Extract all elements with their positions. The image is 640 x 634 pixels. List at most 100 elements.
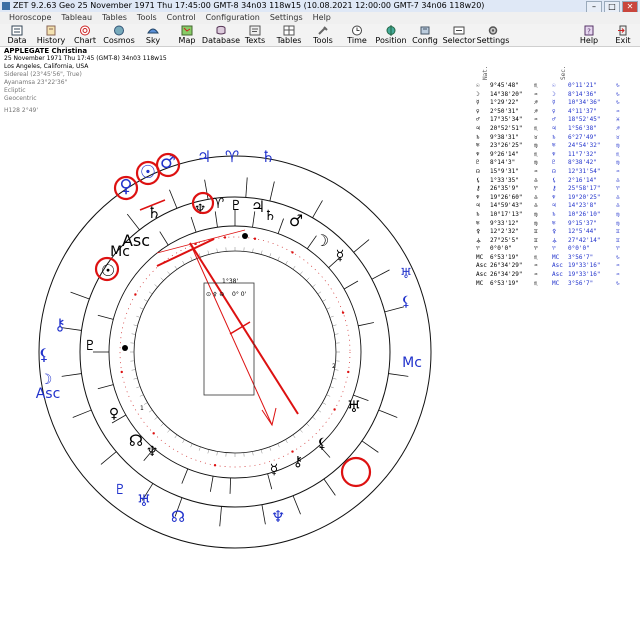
saturn-sec-glyph[interactable]: ♄ bbox=[261, 147, 275, 166]
aspect-point bbox=[347, 370, 350, 374]
degree-tick bbox=[148, 409, 153, 413]
degree-tick bbox=[167, 271, 171, 275]
lilith-sec2-glyph[interactable]: ⚸ bbox=[401, 294, 411, 310]
aspect-point bbox=[291, 251, 294, 254]
pluto-nat-glyph[interactable]: ♇ bbox=[230, 198, 243, 214]
pluto-sec-glyph[interactable]: ♇ bbox=[114, 482, 127, 498]
degree-tick bbox=[332, 324, 337, 327]
mercury-nat-glyph[interactable]: ☿ bbox=[336, 248, 345, 264]
degree-tick bbox=[148, 291, 153, 295]
outer-spoke bbox=[371, 269, 390, 280]
degree-tick bbox=[216, 248, 218, 253]
degree-tick bbox=[285, 439, 288, 444]
degree-tick bbox=[136, 315, 141, 318]
tick-label-2: 2 bbox=[332, 363, 336, 370]
outer-spoke bbox=[388, 373, 409, 377]
pluto-nat2-glyph[interactable]: ♇ bbox=[84, 338, 97, 354]
outer-spoke bbox=[292, 495, 301, 515]
lilith-sec-glyph[interactable]: ⚸ bbox=[38, 345, 50, 364]
degree-tick bbox=[216, 451, 218, 456]
tick-label-1: 1 bbox=[140, 405, 144, 412]
outer-spoke bbox=[361, 440, 379, 453]
aspect-point bbox=[134, 293, 137, 296]
degree-tick bbox=[334, 333, 339, 335]
mc-nat-glyph[interactable]: Mc bbox=[110, 244, 130, 260]
degree-tick bbox=[329, 386, 334, 389]
degree-tick bbox=[190, 256, 193, 261]
degree-tick bbox=[269, 253, 272, 258]
degree-tick bbox=[198, 446, 201, 451]
degree-tick bbox=[139, 394, 144, 397]
degree-tick bbox=[154, 284, 158, 288]
degree-tick bbox=[136, 386, 141, 389]
outer-spoke bbox=[204, 179, 209, 200]
outer-spoke bbox=[378, 409, 398, 418]
box-angle-label: 1°38' bbox=[222, 278, 238, 285]
saturn-nat2-glyph[interactable]: ♄ bbox=[264, 208, 277, 224]
mercury-nat2-glyph[interactable]: ☿ bbox=[270, 462, 279, 478]
degree-tick bbox=[277, 443, 280, 448]
outer-spoke bbox=[269, 181, 275, 202]
node-nat-glyph[interactable]: ☊ bbox=[129, 431, 143, 450]
degree-tick bbox=[207, 449, 210, 454]
degree-tick bbox=[317, 409, 322, 413]
neptune-nat2-glyph[interactable]: ♆ bbox=[146, 444, 159, 460]
sun-sec-glyph[interactable]: ☉ bbox=[140, 162, 156, 183]
horoscope-wheel[interactable]: 1°38' 0° 0' ⊙ ⚴ ⊖ 1 2 ♀☉ ♂ ♃ ♈ ♄⚷⚸☽Asc♅Mc♇♅☊… bbox=[0, 0, 640, 634]
jupiter-sec-glyph[interactable]: ♃ bbox=[197, 147, 211, 166]
aries-sec-glyph[interactable]: ♈ bbox=[225, 147, 239, 166]
degree-tick bbox=[133, 324, 138, 327]
inner-spoke bbox=[97, 384, 114, 390]
lilith-nat-glyph[interactable]: ⚸ bbox=[317, 436, 327, 452]
degree-tick bbox=[139, 307, 144, 310]
degree-tick bbox=[131, 333, 136, 335]
node-sec-glyph[interactable]: ☊ bbox=[171, 507, 185, 526]
degree-tick bbox=[160, 277, 164, 281]
degree-tick bbox=[190, 443, 193, 448]
degree-tick bbox=[329, 315, 334, 318]
asc-dot bbox=[122, 345, 128, 351]
outer-spoke bbox=[323, 478, 336, 496]
inner-spoke bbox=[159, 231, 169, 246]
venus-nat-glyph[interactable]: ♀ bbox=[109, 406, 119, 422]
chiron-nat-glyph[interactable]: ⚷ bbox=[293, 454, 303, 470]
asc-sec-glyph[interactable]: Asc bbox=[36, 386, 61, 402]
degree-tick bbox=[292, 434, 296, 439]
degree-tick bbox=[143, 402, 148, 405]
moon-nat-glyph[interactable]: ☽ bbox=[315, 231, 329, 250]
degree-tick bbox=[322, 299, 327, 302]
neptune-sec-glyph[interactable]: ♆ bbox=[271, 507, 285, 526]
outer-spoke bbox=[72, 409, 92, 418]
mars-nat-glyph[interactable]: ♂ bbox=[289, 211, 303, 230]
degree-tick bbox=[326, 307, 331, 310]
saturn-nat-glyph[interactable]: ♄ bbox=[147, 203, 161, 222]
highlight-circle bbox=[340, 456, 372, 488]
degree-tick bbox=[182, 439, 185, 444]
aspect-point bbox=[223, 236, 227, 239]
inner-spoke bbox=[97, 314, 114, 320]
outer-spoke bbox=[261, 504, 266, 525]
degree-tick bbox=[299, 271, 303, 275]
aspect-point bbox=[253, 237, 257, 240]
outer-spoke bbox=[169, 189, 178, 209]
axis-arrow-head bbox=[261, 407, 277, 427]
degree-tick bbox=[322, 402, 327, 405]
degree-tick bbox=[252, 248, 254, 253]
degree-tick bbox=[317, 291, 322, 295]
degree-tick bbox=[131, 369, 136, 371]
inner-spoke bbox=[358, 322, 374, 327]
degree-tick bbox=[312, 284, 316, 288]
chiron-sec-glyph[interactable]: ⚷ bbox=[54, 315, 66, 334]
degree-tick bbox=[306, 423, 310, 427]
mc-sec-glyph[interactable]: Mc bbox=[402, 355, 422, 371]
uranus-sec2-glyph[interactable]: ♅ bbox=[137, 491, 151, 510]
uranus-nat-glyph[interactable]: ♅ bbox=[347, 397, 361, 416]
aspect-point bbox=[152, 432, 155, 435]
degree-tick bbox=[174, 265, 178, 270]
degree-tick bbox=[252, 451, 254, 456]
uranus-sec-glyph[interactable]: ♅ bbox=[400, 266, 413, 282]
outer-spoke bbox=[219, 506, 222, 527]
aspect-point bbox=[333, 408, 336, 411]
aspect-point bbox=[341, 311, 345, 314]
inner-spoke bbox=[209, 476, 214, 492]
